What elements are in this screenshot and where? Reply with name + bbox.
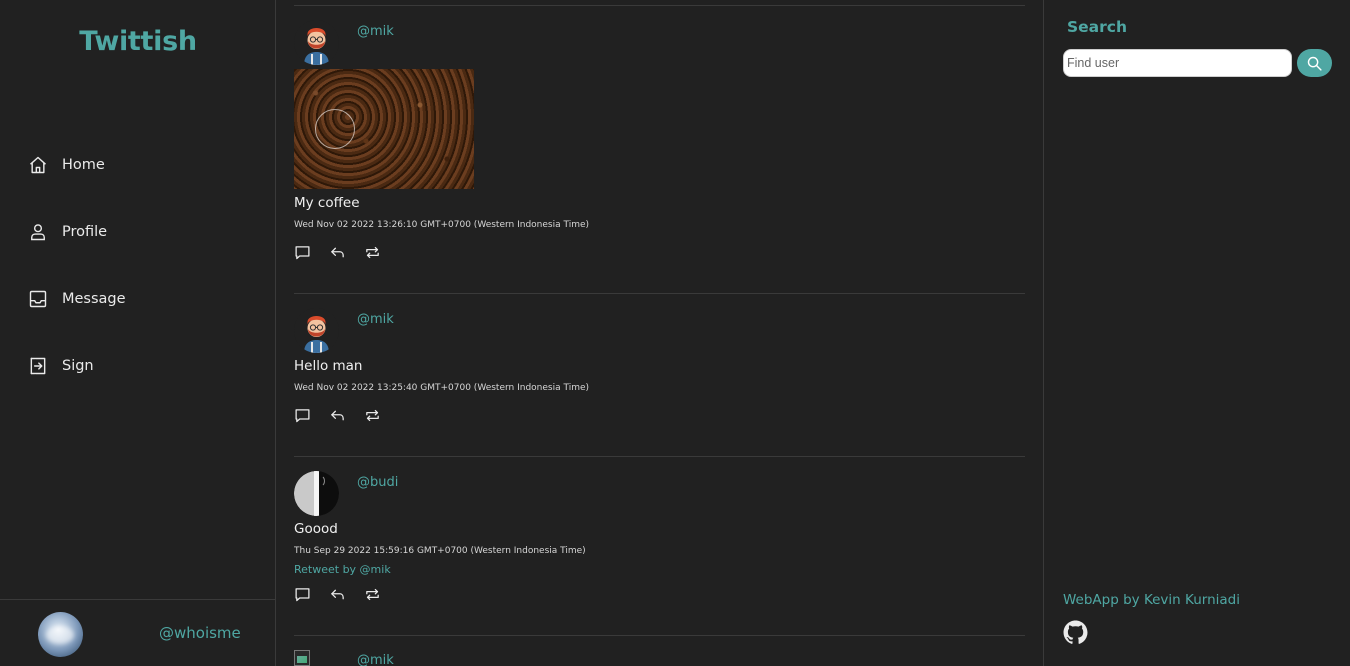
post-actions <box>294 244 399 261</box>
sidebar: Twittish Home Profile Message Sign @whoi… <box>0 0 276 666</box>
bearded-man-avatar[interactable] <box>294 20 339 65</box>
sidebar-item-sign[interactable]: Sign <box>28 346 126 386</box>
sign-in-icon <box>28 356 48 376</box>
current-user[interactable]: @whoisme <box>0 599 276 666</box>
sidebar-item-label: Profile <box>62 224 108 240</box>
post-image[interactable] <box>294 69 474 189</box>
post-text: Hello man <box>294 358 363 374</box>
divider <box>294 5 1025 6</box>
divider <box>294 293 1025 294</box>
feed: @mik My coffee Wed Nov 02 2022 13:26:10 … <box>294 0 1025 666</box>
retweet-icon[interactable] <box>364 407 381 424</box>
post-timestamp: Wed Nov 02 2022 13:25:40 GMT+0700 (Weste… <box>294 383 590 393</box>
app-title[interactable]: Twittish <box>0 26 276 57</box>
current-user-handle[interactable]: @whoisme <box>159 624 241 642</box>
sidebar-item-label: Home <box>62 157 105 173</box>
search-input[interactable] <box>1063 49 1292 77</box>
post-author-handle[interactable]: @mik <box>357 312 394 327</box>
broken-image-avatar[interactable] <box>294 650 310 666</box>
user-icon <box>28 222 48 242</box>
search-icon <box>1307 56 1322 71</box>
retweet-attribution[interactable]: Retweet by @mik <box>294 563 391 576</box>
retweet-icon[interactable] <box>364 586 381 603</box>
sidebar-item-home[interactable]: Home <box>28 145 126 185</box>
post-author-handle[interactable]: @mik <box>357 653 394 666</box>
half-moon-avatar[interactable] <box>294 471 339 516</box>
post-actions <box>294 407 399 424</box>
divider <box>294 635 1025 636</box>
inbox-icon <box>28 289 48 309</box>
comment-icon[interactable] <box>294 586 311 603</box>
github-icon[interactable] <box>1063 620 1088 645</box>
avatar[interactable] <box>38 612 83 657</box>
divider <box>294 456 1025 457</box>
comment-icon[interactable] <box>294 244 311 261</box>
reply-icon[interactable] <box>329 244 346 261</box>
home-icon <box>28 155 48 175</box>
reply-icon[interactable] <box>329 586 346 603</box>
sidebar-item-profile[interactable]: Profile <box>28 212 126 252</box>
post-text: My coffee <box>294 195 360 211</box>
right-panel: Search WebApp by Kevin Kurniadi <box>1043 0 1350 666</box>
sidebar-item-label: Sign <box>62 358 94 374</box>
sidebar-item-message[interactable]: Message <box>28 279 126 319</box>
sidebar-item-label: Message <box>62 291 126 307</box>
post-author-handle[interactable]: @budi <box>357 475 398 490</box>
post-actions <box>294 586 399 603</box>
post-text: Goood <box>294 521 338 537</box>
footer-credit[interactable]: WebApp by Kevin Kurniadi <box>1063 592 1240 608</box>
reply-icon[interactable] <box>329 407 346 424</box>
post-author-handle[interactable]: @mik <box>357 24 394 39</box>
sidebar-nav: Home Profile Message Sign <box>28 145 126 413</box>
search-title: Search <box>1067 18 1128 36</box>
search-button[interactable] <box>1297 49 1332 77</box>
retweet-icon[interactable] <box>364 244 381 261</box>
post-timestamp: Thu Sep 29 2022 15:59:16 GMT+0700 (Weste… <box>294 546 586 556</box>
post-timestamp: Wed Nov 02 2022 13:26:10 GMT+0700 (Weste… <box>294 220 590 230</box>
bearded-man-avatar[interactable] <box>294 308 339 353</box>
comment-icon[interactable] <box>294 407 311 424</box>
